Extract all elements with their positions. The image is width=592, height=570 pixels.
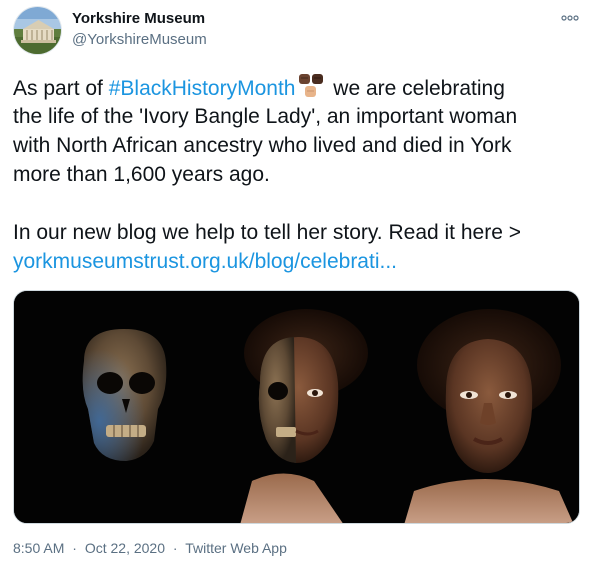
tweet-line-6: yorkmuseumstrust.org.uk/blog/celebrati..…	[13, 247, 583, 276]
blog-link[interactable]: yorkmuseumstrust.org.uk/blog/celebrati..…	[13, 250, 397, 273]
tweet-line-1: As part of #BlackHistoryMonth we are cel…	[13, 73, 583, 102]
tweet-card: Yorkshire Museum @YorkshireMuseum As par…	[0, 0, 592, 570]
tweet-time[interactable]: 8:50 AM	[13, 540, 64, 556]
author-handle[interactable]: @YorkshireMuseum	[72, 31, 207, 48]
more-options-button[interactable]	[556, 8, 584, 28]
facial-reconstruction-image	[14, 291, 579, 523]
tweet-line-4: more than 1,600 years ago.	[13, 163, 270, 186]
tweet-date[interactable]: Oct 22, 2020	[85, 540, 165, 556]
tweet-line-2: the life of the 'Ivory Bangle Lady', an …	[13, 105, 518, 128]
tweet-source[interactable]: Twitter Web App	[185, 540, 287, 556]
museum-building-image	[14, 7, 61, 54]
tweet-text: As part of #BlackHistoryMonth we are cel…	[13, 73, 583, 276]
avatar[interactable]	[13, 6, 62, 55]
tweet-meta: 8:50 AM · Oct 22, 2020 · Twitter Web App	[13, 540, 287, 556]
tweet-line-3: with North African ancestry who lived an…	[13, 134, 512, 157]
meta-separator: ·	[172, 540, 178, 556]
more-horizontal-icon	[561, 15, 579, 21]
author-display-name[interactable]: Yorkshire Museum	[72, 10, 205, 27]
hashtag-link[interactable]: #BlackHistoryMonth	[109, 77, 296, 100]
tweet-text-segment: As part of	[13, 77, 109, 100]
tweet-media-image[interactable]	[13, 290, 580, 524]
tweet-text-segment: we are celebrating	[327, 77, 505, 100]
meta-separator: ·	[72, 540, 77, 556]
tweet-line-5: In our new blog we help to tell her stor…	[13, 221, 521, 244]
